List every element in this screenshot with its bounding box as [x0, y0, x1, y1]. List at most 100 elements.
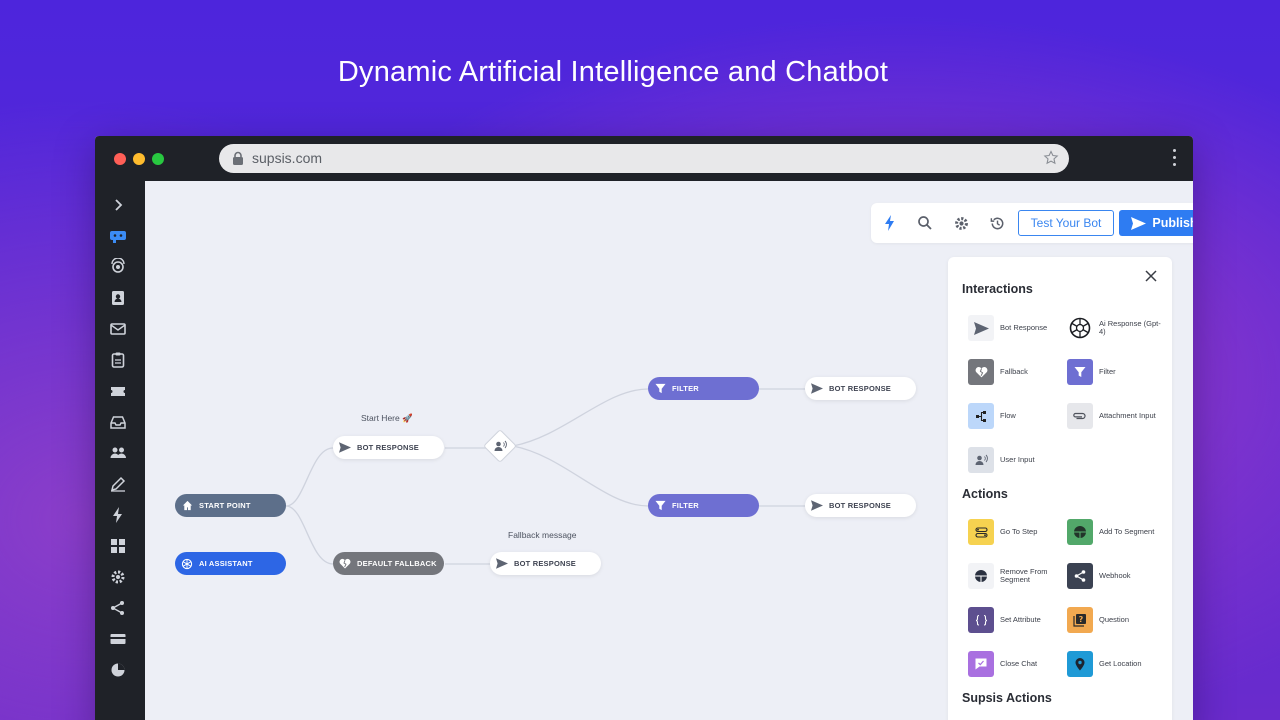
tool-fallback[interactable]: Fallback [968, 359, 1068, 385]
location-icon [1067, 651, 1093, 677]
filter-icon [654, 500, 666, 512]
close-icon[interactable] [1144, 269, 1158, 283]
filter-label: FILTER [672, 501, 699, 510]
automation-bolt-icon[interactable] [108, 505, 128, 525]
settings-icon[interactable] [951, 213, 971, 233]
bot-response-node-3[interactable]: BOT RESPONSE [805, 377, 916, 400]
send-icon [811, 383, 823, 395]
tool-label: Fallback [1000, 367, 1028, 376]
tool-flow[interactable]: Flow [968, 403, 1068, 429]
ai-assistant-label: AI ASSISTANT [199, 559, 253, 568]
start-point-node[interactable]: START POINT [175, 494, 286, 517]
hero-title: Dynamic Artificial Intelligence and Chat… [337, 56, 889, 88]
clipboard-icon[interactable] [108, 350, 128, 370]
search-icon[interactable] [915, 213, 935, 233]
start-here-label: Start Here 🚀 [361, 413, 413, 423]
braces-icon [968, 607, 994, 633]
send-icon [339, 442, 351, 454]
tool-label: Go To Step [1000, 527, 1038, 536]
support-agent-icon[interactable] [108, 257, 128, 277]
bot-response-node-2[interactable]: BOT RESPONSE [490, 552, 601, 575]
close-window-button[interactable] [114, 153, 126, 165]
bot-response-node-4[interactable]: BOT RESPONSE [805, 494, 916, 517]
tool-bot-response[interactable]: Bot Response [968, 315, 1068, 341]
minimize-window-button[interactable] [133, 153, 145, 165]
address-bar[interactable]: supsis.com [219, 144, 1069, 173]
contacts-icon[interactable] [108, 288, 128, 308]
tool-label: Webhook [1099, 571, 1131, 580]
default-fallback-label: DEFAULT FALLBACK [357, 559, 437, 568]
browser-chrome: supsis.com [95, 136, 1193, 181]
send-icon [968, 315, 994, 341]
tool-label: Flow [1000, 411, 1016, 420]
user-voice-icon [968, 447, 994, 473]
bot-response-node-1[interactable]: BOT RESPONSE [333, 436, 444, 459]
filter-node-2[interactable]: FILTER [648, 494, 759, 517]
tool-get-location[interactable]: Get Location [1067, 651, 1167, 677]
tool-question[interactable]: ? Question [1067, 607, 1167, 633]
tool-label: Close Chat [1000, 659, 1038, 668]
ai-assistant-node[interactable]: AI ASSISTANT [175, 552, 286, 575]
tool-label: Ai Response (Gpt-4) [1099, 319, 1161, 336]
filter-node-1[interactable]: FILTER [648, 377, 759, 400]
bookmark-star-icon[interactable] [1043, 150, 1059, 166]
tool-webhook[interactable]: Webhook [1067, 563, 1167, 589]
billing-card-icon[interactable] [108, 629, 128, 649]
reports-pie-icon[interactable] [108, 660, 128, 680]
tool-label: Add To Segment [1099, 527, 1155, 536]
test-your-bot-button[interactable]: Test Your Bot [1018, 210, 1114, 236]
openai-icon [1067, 315, 1093, 341]
grid-icon[interactable] [108, 536, 128, 556]
tool-go-to-step[interactable]: Go To Step [968, 519, 1068, 545]
flow-canvas[interactable]: Test Your Bot Publish Start Here 🚀 Fallb… [145, 181, 1193, 720]
lightning-icon[interactable] [880, 213, 900, 233]
publish-label: Publish [1152, 216, 1193, 230]
share-icon [1067, 563, 1093, 589]
tool-label: Get Location [1099, 659, 1142, 668]
users-icon[interactable] [108, 443, 128, 463]
tool-label: Attachment Input [1099, 411, 1156, 420]
tool-close-chat[interactable]: Close Chat [968, 651, 1068, 677]
kebab-menu-icon[interactable] [1173, 149, 1177, 169]
send-icon [496, 558, 508, 570]
fallback-message-label: Fallback message [508, 530, 577, 540]
filter-label: FILTER [672, 384, 699, 393]
tool-add-to-segment[interactable]: Add To Segment [1067, 519, 1167, 545]
bot-response-label: BOT RESPONSE [829, 384, 891, 393]
close-chat-icon [968, 651, 994, 677]
tool-label: Set Attribute [1000, 615, 1041, 624]
tool-label: Filter [1099, 367, 1116, 376]
send-icon [811, 500, 823, 512]
settings-gear-icon[interactable] [108, 567, 128, 587]
history-icon[interactable] [987, 213, 1007, 233]
tool-user-input[interactable]: User Input [968, 447, 1068, 473]
broken-heart-icon [968, 359, 994, 385]
share-network-icon[interactable] [108, 598, 128, 618]
inbox-icon[interactable] [108, 412, 128, 432]
publish-button[interactable]: Publish [1119, 210, 1193, 236]
edit-icon[interactable] [108, 474, 128, 494]
components-panel: Interactions Bot Response Ai Response (G… [948, 257, 1172, 720]
tool-filter[interactable]: Filter [1067, 359, 1167, 385]
chatbot-icon[interactable] [108, 226, 128, 246]
openai-icon [181, 558, 193, 570]
editor-toolbar: Test Your Bot Publish [871, 203, 1193, 243]
maximize-window-button[interactable] [152, 153, 164, 165]
tool-label: Remove From Segment [1000, 567, 1048, 584]
paperclip-icon [1067, 403, 1093, 429]
lock-icon [233, 151, 243, 165]
expand-chevron-icon[interactable] [108, 195, 128, 215]
tool-remove-from-segment[interactable]: Remove From Segment [968, 563, 1068, 589]
user-voice-icon [494, 440, 507, 451]
tool-ai-response[interactable]: Ai Response (Gpt-4) [1067, 315, 1167, 341]
tool-attachment-input[interactable]: Attachment Input [1067, 403, 1167, 429]
bot-response-label: BOT RESPONSE [357, 443, 419, 452]
segment-add-icon [1067, 519, 1093, 545]
mail-icon[interactable] [108, 319, 128, 339]
tool-label: User Input [1000, 455, 1035, 464]
url-text: supsis.com [252, 150, 323, 166]
tool-set-attribute[interactable]: Set Attribute [968, 607, 1068, 633]
bot-response-label: BOT RESPONSE [829, 501, 891, 510]
default-fallback-node[interactable]: DEFAULT FALLBACK [333, 552, 444, 575]
ticket-icon[interactable] [108, 381, 128, 401]
